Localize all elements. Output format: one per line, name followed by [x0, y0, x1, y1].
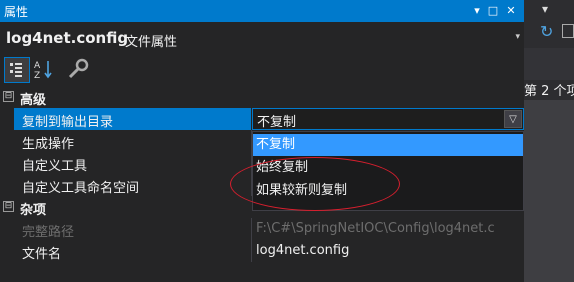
object-type: 文件属性: [125, 35, 178, 50]
property-pages-icon[interactable]: [66, 57, 90, 81]
collapse-icon[interactable]: ⊟: [3, 91, 14, 102]
properties-titlebar: 属性 ▾ □ ✕: [0, 0, 524, 22]
category-advanced[interactable]: ⊟ 高级: [0, 86, 524, 108]
adjacent-panel: ▾ ↻ 第 2 个项: [524, 0, 574, 282]
property-label: 文件名: [22, 247, 62, 262]
window-title: 属性: [4, 5, 29, 19]
property-label: 复制到输出目录: [22, 115, 114, 130]
object-selector[interactable]: log4net.config 文件属性 ▾: [0, 26, 524, 52]
category-label: 杂项: [20, 203, 47, 218]
alphabetical-icon[interactable]: A Z: [32, 57, 56, 81]
properties-toolbar: A Z: [0, 54, 524, 84]
adjacent-dropdown-icon[interactable]: ▾: [542, 2, 548, 16]
property-row-full-path[interactable]: 完整路径 F:\C#\SpringNetIOC\Config\log4net.c: [0, 218, 524, 240]
adjacent-titlebar: ▾: [524, 0, 574, 22]
combobox-value: 不复制: [257, 115, 297, 130]
svg-text:A: A: [34, 61, 41, 71]
clipboard-icon[interactable]: [562, 24, 574, 38]
property-label: 生成操作: [22, 137, 75, 152]
property-label: 自定义工具: [22, 159, 88, 174]
svg-text:Z: Z: [34, 71, 40, 81]
refresh-icon[interactable]: ↻: [540, 22, 553, 41]
column-divider: [251, 240, 252, 262]
copy-to-output-combobox[interactable]: 不复制 ▽: [252, 108, 524, 130]
categorized-icon[interactable]: [4, 57, 30, 83]
restore-icon[interactable]: □: [486, 4, 500, 18]
object-name: log4net.config: [6, 29, 129, 47]
adjacent-status-text: 第 2 个项: [524, 84, 574, 99]
object-dropdown-icon[interactable]: ▾: [515, 32, 520, 42]
property-label: 自定义工具命名空间: [22, 181, 140, 196]
property-value[interactable]: log4net.config: [256, 243, 522, 258]
category-label: 高级: [20, 93, 47, 108]
collapse-icon[interactable]: ⊟: [3, 201, 14, 212]
annotation-ellipse: [230, 157, 400, 211]
property-row-file-name[interactable]: 文件名 log4net.config: [0, 240, 524, 262]
chevron-down-icon[interactable]: ▽: [504, 110, 522, 128]
property-value[interactable]: F:\C#\SpringNetIOC\Config\log4net.c: [256, 221, 522, 236]
adjacent-content: [524, 100, 574, 282]
column-divider: [251, 218, 252, 240]
pin-dropdown-icon[interactable]: ▾: [470, 4, 484, 18]
adjacent-toolbar: [524, 48, 574, 80]
property-label: 完整路径: [22, 225, 75, 240]
close-icon[interactable]: ✕: [504, 4, 518, 18]
option-do-not-copy[interactable]: 不复制: [253, 134, 523, 156]
